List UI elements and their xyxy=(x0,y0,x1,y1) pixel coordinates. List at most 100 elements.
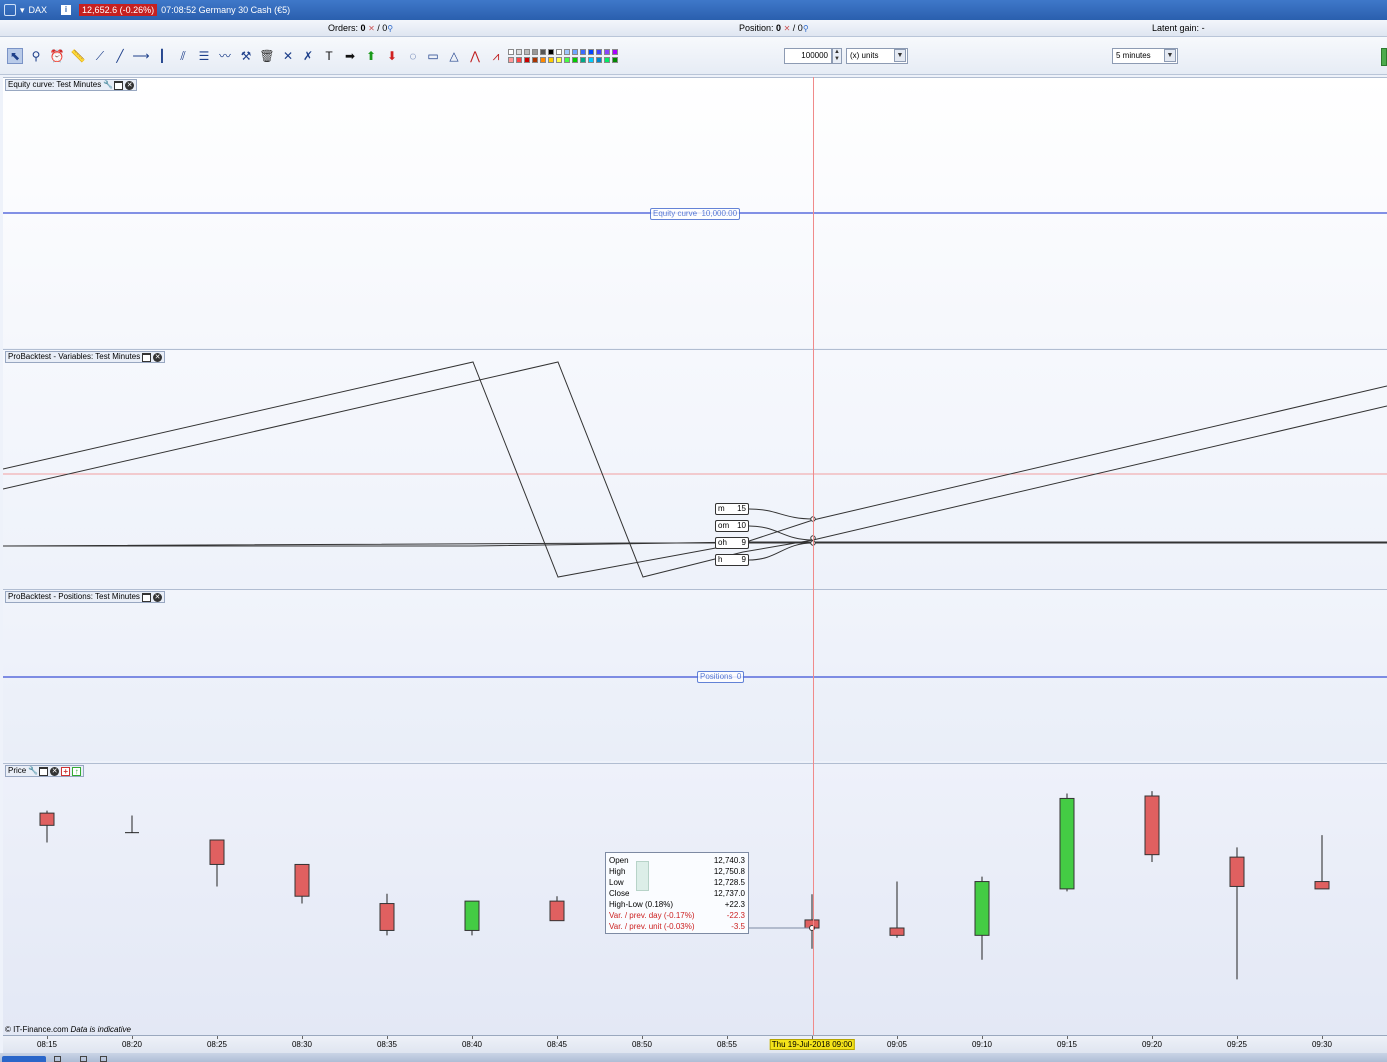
up-arrow-icon[interactable]: ↑ xyxy=(72,766,82,776)
time-axis[interactable]: 08:15 08:20 08:25 08:30 08:35 08:40 08:45 08:50… xyxy=(3,1035,1387,1053)
alert-icon[interactable]: ⏰ xyxy=(49,48,65,64)
color-swatch[interactable] xyxy=(508,49,514,55)
arrow-down-icon[interactable]: ⬇ xyxy=(384,48,400,64)
window-icon[interactable] xyxy=(142,352,152,362)
close-icon[interactable]: ✕ xyxy=(50,766,60,776)
candle[interactable] xyxy=(1144,791,1160,862)
candle[interactable] xyxy=(974,876,990,960)
color-swatch[interactable] xyxy=(580,57,586,63)
color-swatch[interactable] xyxy=(524,57,530,63)
info-icon[interactable]: i xyxy=(61,5,72,15)
channel-icon[interactable]: ⫽ xyxy=(175,48,191,64)
candle[interactable] xyxy=(39,810,55,843)
layout-icon[interactable] xyxy=(80,1056,87,1062)
chart-pattern-icon[interactable]: ⋀ xyxy=(467,48,483,64)
lasso-icon[interactable]: ◌ xyxy=(405,48,421,64)
color-swatch[interactable] xyxy=(556,57,562,63)
units-dropdown-icon[interactable]: ▼ xyxy=(894,49,906,62)
window-icon[interactable] xyxy=(39,766,49,776)
candle[interactable] xyxy=(804,894,820,949)
color-swatch[interactable] xyxy=(516,49,522,55)
trend-icon[interactable]: 〰 xyxy=(217,48,233,64)
fibonacci-icon[interactable]: ☰ xyxy=(196,48,212,64)
window-icon[interactable] xyxy=(141,592,151,602)
candle[interactable] xyxy=(889,881,905,938)
candle[interactable] xyxy=(464,900,480,936)
close-position-icon[interactable]: ✕ xyxy=(784,24,791,33)
color-swatch[interactable] xyxy=(516,57,522,63)
workspace-tab[interactable] xyxy=(2,1056,46,1062)
chevron-down-icon[interactable]: ▾ xyxy=(20,5,25,16)
zoom-icon[interactable]: ⚲ xyxy=(28,48,44,64)
candle[interactable] xyxy=(209,839,225,887)
variables-panel[interactable]: ProBacktest - Variables: Test Minutes ✕ … xyxy=(3,349,1387,587)
cross2-icon[interactable]: ✗ xyxy=(300,48,316,64)
magnet-icon[interactable]: ⚒ xyxy=(238,48,254,64)
color-swatch[interactable] xyxy=(548,57,554,63)
arrow-right-icon[interactable]: ➡ xyxy=(342,48,358,64)
cursor-icon[interactable]: ⬉ xyxy=(7,48,23,64)
wrench-icon[interactable]: 🔧 xyxy=(28,766,38,776)
list-icon[interactable] xyxy=(100,1056,107,1062)
x-tick-label: 09:15 xyxy=(1056,1040,1078,1049)
candle[interactable] xyxy=(125,815,139,834)
add-indicator-icon[interactable]: + xyxy=(61,766,71,776)
color-swatch[interactable] xyxy=(532,49,538,55)
positions-panel[interactable]: ProBacktest - Positions: Test Minutes ✕ … xyxy=(3,589,1387,761)
color-swatch[interactable] xyxy=(596,57,602,63)
text-icon[interactable]: T xyxy=(321,48,337,64)
candle[interactable] xyxy=(1229,847,1245,980)
cancel-orders-icon[interactable]: ✕ xyxy=(368,24,375,33)
color-swatch[interactable] xyxy=(604,57,610,63)
close-icon[interactable]: ✕ xyxy=(153,352,163,362)
color-swatch[interactable] xyxy=(540,49,546,55)
horizontal-line-icon[interactable]: ⟶ xyxy=(132,48,149,64)
color-swatch[interactable] xyxy=(588,49,594,55)
color-swatch[interactable] xyxy=(572,57,578,63)
color-swatch[interactable] xyxy=(604,49,610,55)
equity-curve-panel[interactable]: Equity curve: Test Minutes 🔧 ✕ Equity cu… xyxy=(3,77,1387,348)
vertical-line-icon[interactable]: ┃ xyxy=(154,48,170,64)
timeframe-dropdown-icon[interactable]: ▼ xyxy=(1164,49,1176,62)
color-swatch[interactable] xyxy=(612,49,618,55)
settings-icon[interactable] xyxy=(54,1056,61,1062)
candle[interactable] xyxy=(549,896,565,922)
arrow-up-icon[interactable]: ⬆ xyxy=(363,48,379,64)
candle[interactable] xyxy=(1059,793,1075,892)
rectangle-icon[interactable]: ▭ xyxy=(425,48,441,64)
quantity-input[interactable]: 100000 xyxy=(784,48,832,64)
color-swatch[interactable] xyxy=(532,57,538,63)
color-swatch[interactable] xyxy=(580,49,586,55)
color-swatch[interactable] xyxy=(508,57,514,63)
candle[interactable] xyxy=(294,863,310,904)
expand-toolbar-button[interactable] xyxy=(1381,48,1387,66)
quantity-stepper[interactable]: ▲ ▼ xyxy=(832,48,842,64)
trash-icon[interactable]: 🗑 xyxy=(259,48,275,64)
color-swatch[interactable] xyxy=(564,49,570,55)
position-link-icon[interactable]: ⚲ xyxy=(803,24,809,33)
warn-pattern-icon[interactable]: ⩘ xyxy=(488,48,504,64)
instrument-name[interactable]: DAX xyxy=(29,5,48,15)
window-menu-icon[interactable] xyxy=(4,4,16,16)
color-swatch[interactable] xyxy=(612,57,618,63)
segment-icon[interactable]: ⟋ xyxy=(92,48,108,64)
color-swatch[interactable] xyxy=(540,57,546,63)
window-icon[interactable] xyxy=(114,80,124,90)
cross-icon[interactable]: ✕ xyxy=(280,48,296,64)
ruler-icon[interactable]: 📏 xyxy=(70,48,86,64)
color-swatch[interactable] xyxy=(596,49,602,55)
close-icon[interactable]: ✕ xyxy=(125,80,135,90)
color-swatch[interactable] xyxy=(556,49,562,55)
triangle-icon[interactable]: △ xyxy=(446,48,462,64)
color-swatch[interactable] xyxy=(564,57,570,63)
color-swatch[interactable] xyxy=(548,49,554,55)
line-icon[interactable]: ╱ xyxy=(112,48,128,64)
color-swatch[interactable] xyxy=(524,49,530,55)
wrench-icon[interactable]: 🔧 xyxy=(103,80,113,90)
color-swatch[interactable] xyxy=(588,57,594,63)
candle[interactable] xyxy=(379,893,395,936)
close-icon[interactable]: ✕ xyxy=(152,592,162,602)
color-swatch[interactable] xyxy=(572,49,578,55)
candle[interactable] xyxy=(1314,835,1330,890)
orders-link-icon[interactable]: ⚲ xyxy=(387,24,393,33)
